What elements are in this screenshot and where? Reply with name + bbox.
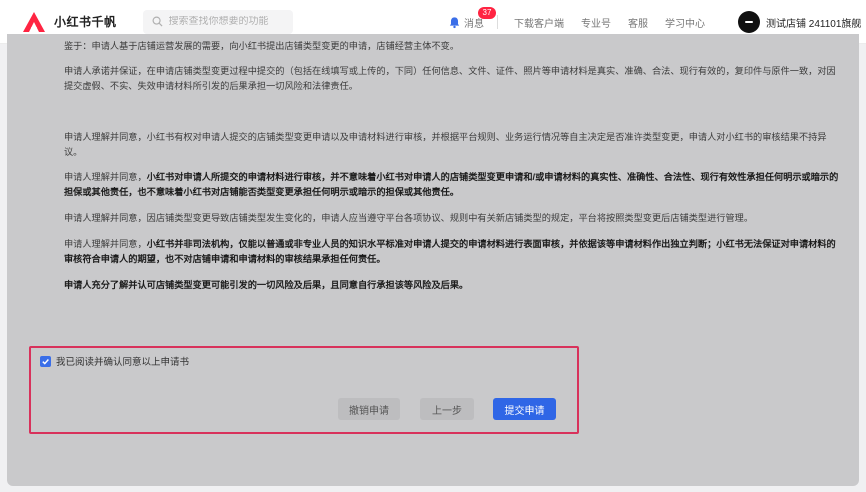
- submit-application-button[interactable]: 提交申请: [493, 398, 556, 420]
- previous-step-button[interactable]: 上一步: [420, 398, 474, 420]
- search-box[interactable]: [142, 9, 293, 34]
- search-icon: [152, 16, 163, 27]
- messages-count-badge: 37: [478, 6, 496, 19]
- check-icon: [42, 358, 49, 365]
- user-name: 测试店铺 241101旗舰: [766, 18, 862, 30]
- agreement-paragraph-5: 申请人理解并同意，因店铺类型变更导致店铺类型发生变化的，申请人应当遵守平台各项协…: [64, 213, 754, 223]
- withdraw-application-button[interactable]: 撤销申请: [338, 398, 400, 420]
- paragraph-6-intro: 申请人理解并同意，: [64, 239, 147, 249]
- user-menu[interactable]: 测试店铺 241101旗舰: [738, 11, 861, 33]
- agreement-paragraph-4: 申请人理解并同意，小红书对申请人所提交的申请材料进行审核，并不意味着小红书对申请…: [64, 170, 844, 200]
- agreement-document: 鉴于：申请人基于店铺运营发展的需要，向小红书提出店铺类型变更的申请，店铺经营主体…: [7, 34, 859, 336]
- agreement-paragraph-7: 申请人充分了解并认可店铺类型变更可能引发的一切风险及后果，且同意自行承担该等风险…: [64, 278, 844, 293]
- paragraph-7-emphasis: 申请人充分了解并认可店铺类型变更可能引发的一切风险及后果，且同意自行承担该等风险…: [64, 280, 469, 290]
- nav-divider: [497, 15, 498, 29]
- nav-link-support[interactable]: 客服: [628, 15, 648, 30]
- brand[interactable]: 小红书千帆: [22, 11, 117, 33]
- search-input[interactable]: [168, 16, 289, 27]
- paragraph-6-emphasis: 小红书并非司法机构，仅能以普通或非专业人员的知识水平标准对申请人提交的申请材料进…: [64, 239, 836, 264]
- avatar: [738, 11, 760, 33]
- agreement-paragraph-1: 鉴于：申请人基于店铺运营发展的需要，向小红书提出店铺类型变更的申请，店铺经营主体…: [64, 41, 460, 51]
- paragraph-4-intro: 申请人理解并同意，: [64, 172, 147, 182]
- agreement-paragraph-2: 申请人承诺并保证，在申请店铺类型变更过程中提交的（包括在线填写或上传的，下同）任…: [64, 66, 836, 91]
- agree-checkbox[interactable]: [40, 355, 51, 367]
- brand-logo-icon: [23, 11, 45, 32]
- agree-checkbox-row[interactable]: 我已阅读并确认同意以上申请书: [40, 354, 189, 368]
- brand-name: 小红书千帆: [54, 15, 117, 29]
- nav-link-learning[interactable]: 学习中心: [665, 15, 705, 30]
- paragraph-4-emphasis: 小红书对申请人所提交的申请材料进行审核，并不意味着小红书对申请人的店铺类型变更申…: [64, 172, 839, 197]
- agreement-paragraph-6: 申请人理解并同意，小红书并非司法机构，仅能以普通或非专业人员的知识水平标准对申请…: [64, 237, 844, 267]
- agree-checkbox-label: 我已阅读并确认同意以上申请书: [56, 357, 190, 368]
- nav-link-pro-account[interactable]: 专业号: [581, 15, 611, 30]
- messages-button[interactable]: 消息 37: [448, 6, 496, 30]
- confirm-section: 我已阅读并确认同意以上申请书 撤销申请 上一步 提交申请: [29, 346, 579, 434]
- bell-icon: [449, 16, 460, 28]
- agreement-paragraph-3: 申请人理解并同意，小红书有权对申请人提交的店铺类型变更申请以及申请材料进行审核，…: [64, 132, 827, 157]
- nav-link-download[interactable]: 下载客户端: [514, 15, 564, 30]
